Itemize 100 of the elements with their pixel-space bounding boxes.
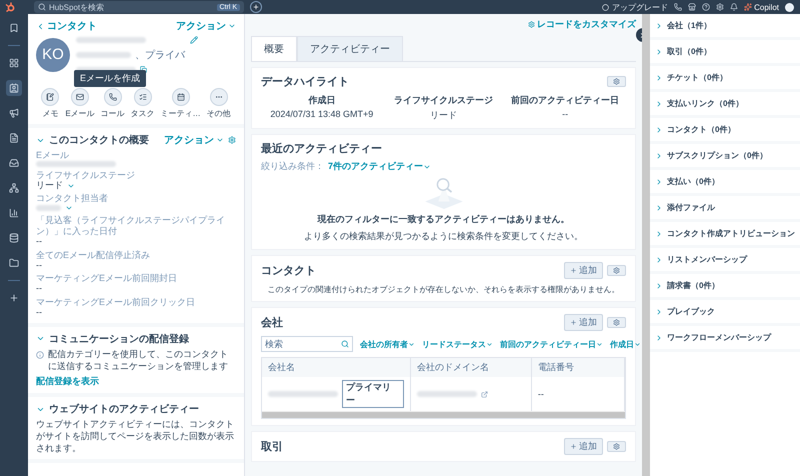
upgrade-link[interactable]: アップグレード xyxy=(602,2,668,12)
chevron-right-icon[interactable] xyxy=(655,204,663,212)
search-icon xyxy=(341,340,349,348)
chevron-right-icon[interactable] xyxy=(655,100,663,108)
field-label: マーケティングEメール前回クリック日 xyxy=(36,297,196,308)
highlight-value: 2024/07/31 13:48 GMT+9 xyxy=(269,109,374,119)
filter-dropdown[interactable]: リードステータス xyxy=(422,338,493,350)
tab[interactable]: アクティビティー xyxy=(297,36,403,61)
calendar-icon xyxy=(172,88,190,106)
section-title: このコンタクトの概要 xyxy=(49,134,149,147)
card-title: 最近のアクティビティー xyxy=(261,142,383,156)
field-label: 全てのEメール配信停止済み xyxy=(36,250,152,261)
sprocket-logo-icon[interactable] xyxy=(4,1,16,13)
search-bar[interactable]: 検索 xyxy=(261,336,353,352)
actions-menu[interactable]: アクション xyxy=(164,133,224,147)
quick-action-button[interactable]: メモ xyxy=(41,88,60,119)
avatar-icon[interactable] xyxy=(785,2,794,12)
chevron-right-icon[interactable] xyxy=(655,152,663,160)
card-title: 取引 xyxy=(261,440,283,454)
column-header[interactable]: 電話番号 xyxy=(532,358,625,377)
quick-action-button[interactable]: コール xyxy=(100,88,125,119)
card-title: 会社 xyxy=(261,316,283,330)
settings-button[interactable] xyxy=(607,317,626,328)
quick-action-button[interactable]: その他 xyxy=(206,88,231,119)
envelope-icon xyxy=(71,88,89,106)
field-label: Eメール xyxy=(36,150,70,161)
filter-dropdown[interactable]: 前回のアクティビティー日 xyxy=(500,338,603,350)
quick-action-button[interactable]: Eメール xyxy=(65,88,95,119)
chevron-right-icon[interactable] xyxy=(655,74,663,82)
plus-icon xyxy=(570,319,577,326)
tooltip: Eメールを作成 xyxy=(74,70,146,87)
quick-action-button[interactable]: タスク xyxy=(130,88,155,119)
search-field[interactable]: HubSpotを検索 xyxy=(49,2,214,12)
contact-card-icon[interactable] xyxy=(6,80,22,96)
copilot-button[interactable]: Copilot xyxy=(744,2,779,12)
field-label: マーケティングEメール前回開封日 xyxy=(36,273,178,284)
settings-icon xyxy=(613,267,620,274)
field-label: コンタクト担当者 xyxy=(36,193,109,204)
phone-icon xyxy=(104,88,122,106)
column-header[interactable]: 会社名 xyxy=(262,358,411,377)
chevron-right-icon[interactable] xyxy=(655,22,663,30)
column-header[interactable]: 会社のドメイン名 xyxy=(410,358,532,377)
highlight-value: -- xyxy=(561,109,570,119)
field-value: -- xyxy=(36,284,42,294)
chevron-right-icon[interactable] xyxy=(655,256,663,264)
filter-dropdown[interactable]: 作成日 xyxy=(610,338,641,350)
chevron-right-icon[interactable] xyxy=(655,126,663,134)
plus-icon xyxy=(570,443,577,450)
view-subscriptions-link[interactable]: 配信登録を表示 xyxy=(36,375,236,388)
notification-bell-icon[interactable] xyxy=(730,3,738,11)
horizontal-scrollbar[interactable] xyxy=(262,411,625,418)
sparkle-icon xyxy=(744,3,752,11)
field-value[interactable]: リード xyxy=(36,180,63,190)
plus-icon xyxy=(570,267,577,274)
field-value: -- xyxy=(36,308,42,318)
field-label: 「見込客（ライフサイクルステージパイプライン）」に入った日付 xyxy=(36,215,226,237)
search-icon xyxy=(38,3,46,11)
filter-label: 絞り込み条件： xyxy=(261,161,324,172)
highlight-label: ライフサイクルステージ xyxy=(392,94,494,107)
add-button[interactable]: 追加 xyxy=(564,262,603,279)
chevron-right-icon[interactable] xyxy=(655,282,663,290)
back-link[interactable]: コンタクト xyxy=(36,19,97,33)
section-title: ウェブサイトのアクティビティー xyxy=(49,402,199,416)
external-link-icon[interactable] xyxy=(480,390,488,398)
search-field[interactable]: 検索 xyxy=(265,339,341,349)
chevron-right-icon[interactable] xyxy=(655,48,663,56)
settings-button[interactable] xyxy=(607,76,626,87)
settings-icon xyxy=(613,78,620,85)
settings-icon xyxy=(528,21,535,28)
chevron-right-icon[interactable] xyxy=(655,178,663,186)
card-title: データハイライト xyxy=(261,75,349,89)
add-button[interactable]: 追加 xyxy=(564,438,603,455)
chevron-right-icon[interactable] xyxy=(655,334,663,342)
settings-button[interactable] xyxy=(607,265,626,276)
chevron-right-icon[interactable] xyxy=(655,230,663,238)
redacted-text xyxy=(76,37,146,43)
highlight-value: リード xyxy=(428,109,458,122)
chevron-right-icon[interactable] xyxy=(655,308,663,316)
help-icon[interactable] xyxy=(702,3,710,11)
activity-filter[interactable]: 7件のアクティビティー xyxy=(328,160,432,173)
highlight-label: 作成日 xyxy=(307,94,336,107)
settings-button[interactable] xyxy=(607,441,626,452)
caret-icon xyxy=(228,22,236,30)
add-button[interactable]: 追加 xyxy=(564,314,603,331)
phone-icon[interactable] xyxy=(674,3,682,11)
edit-pencil-icon[interactable] xyxy=(190,36,198,44)
add-button[interactable]: + xyxy=(250,1,262,13)
filter-dropdown[interactable]: 会社の所有者 xyxy=(360,338,415,350)
caret-icon xyxy=(634,340,641,348)
circle-icon xyxy=(602,4,610,10)
redacted-text xyxy=(268,391,338,397)
caret-icon xyxy=(486,340,493,348)
redacted-text xyxy=(36,205,61,212)
settings-icon xyxy=(613,443,620,450)
more-dots-icon xyxy=(210,88,228,106)
settings-icon[interactable] xyxy=(228,136,236,144)
quick-action-button[interactable]: ミーティ… xyxy=(160,88,201,119)
store-icon[interactable] xyxy=(688,3,696,11)
tab[interactable]: 概要 xyxy=(251,36,297,61)
actions-menu[interactable]: アクション xyxy=(176,19,236,33)
